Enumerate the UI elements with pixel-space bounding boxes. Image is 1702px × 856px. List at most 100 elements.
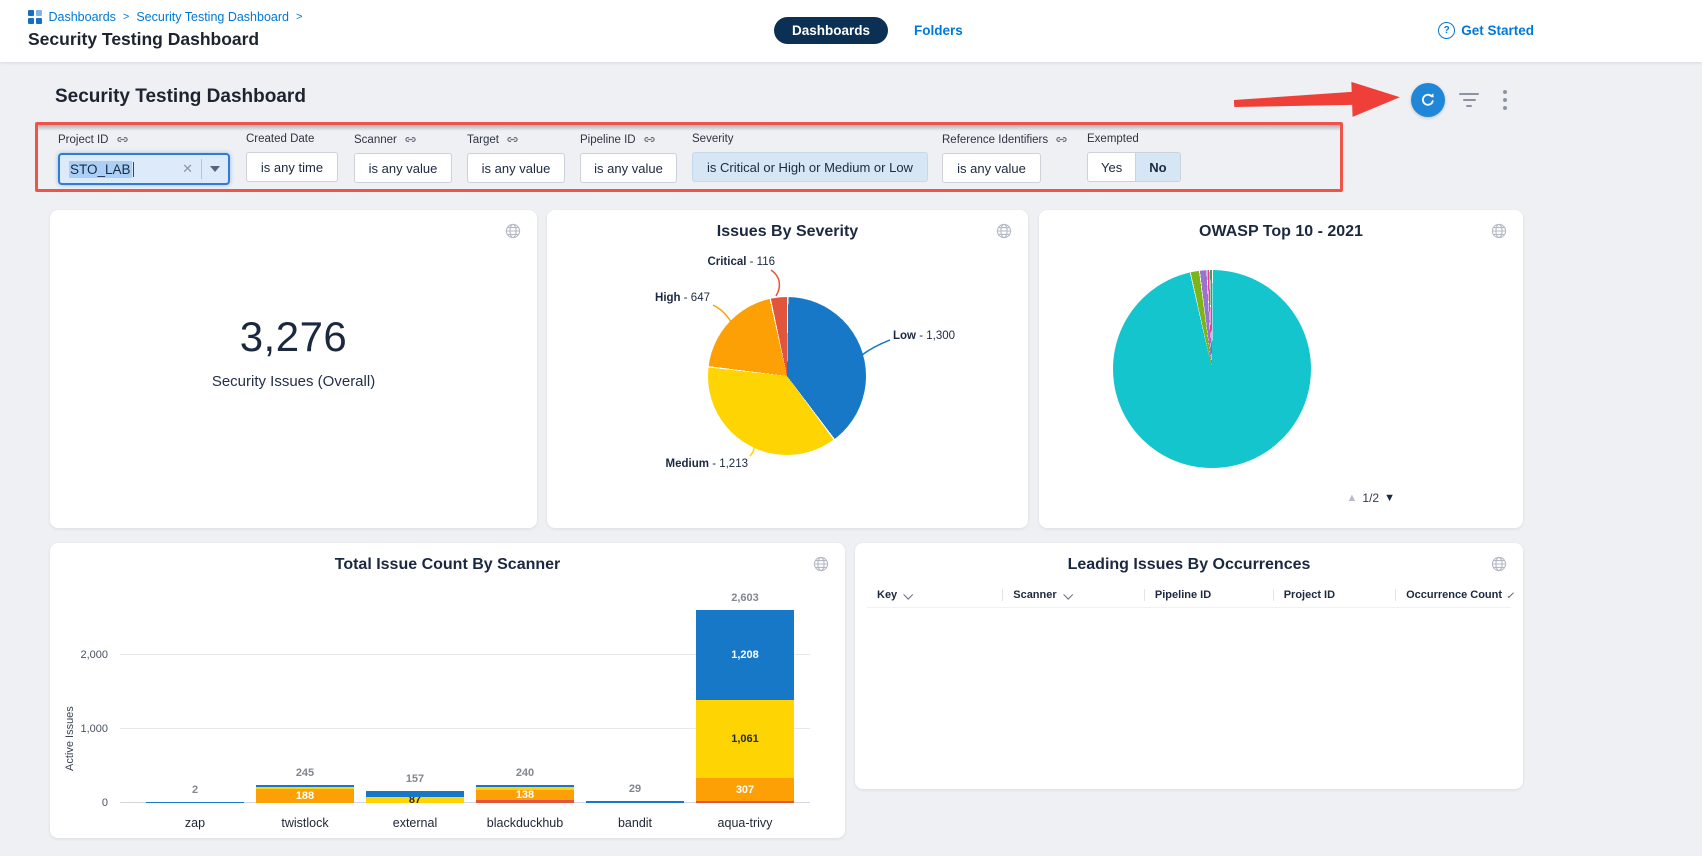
bar-segment-bandit-low[interactable] xyxy=(586,801,684,803)
top-header-bar: Dashboards > Security Testing Dashboard … xyxy=(0,0,1702,62)
page-down-arrow-icon[interactable]: ▼ xyxy=(1384,492,1395,504)
globe-icon[interactable] xyxy=(505,223,521,244)
bar-bandit[interactable]: 29 xyxy=(586,801,684,803)
project-id-dropdown-caret[interactable] xyxy=(202,166,228,172)
exempted-no-button[interactable]: No xyxy=(1135,153,1179,181)
owasp-chart-title: OWASP Top 10 - 2021 xyxy=(1039,223,1523,241)
filter-scanner-label: Scanner xyxy=(354,134,397,146)
dashboard-more-menu-button[interactable] xyxy=(1503,90,1507,114)
severity-filter-button[interactable]: is Critical or High or Medium or Low xyxy=(692,152,928,182)
dashboards-folders-tabs: Dashboards Folders xyxy=(774,17,963,44)
clear-project-id-button[interactable]: ✕ xyxy=(174,161,201,177)
annotation-highlight-box: Project ID STO_LAB ✕ Created Date is any… xyxy=(35,122,1343,192)
bar-zap[interactable]: 2 xyxy=(146,802,244,803)
pie-label-high: High - 647 xyxy=(655,292,710,304)
filter-target-label: Target xyxy=(467,134,499,146)
breadcrumb-dashboards-link[interactable]: Dashboards xyxy=(49,10,116,24)
bar-segment-aqua-trivy-low[interactable]: 1,208 xyxy=(696,610,794,699)
column-header-occurrence-count[interactable]: Occurrence Count xyxy=(1395,589,1511,601)
filter-created-date: Created Date is any time xyxy=(246,133,338,182)
segment-value-label: 87 xyxy=(366,797,464,803)
filter-pipeline-id-label: Pipeline ID xyxy=(580,134,636,146)
bar-segment-aqua-trivy-critical[interactable] xyxy=(696,801,794,803)
filter-severity: Severity is Critical or High or Medium o… xyxy=(692,133,928,182)
refresh-icon xyxy=(1419,91,1437,109)
bar-segment-external-medium[interactable]: 87 xyxy=(366,797,464,803)
column-header-scanner[interactable]: Scanner xyxy=(1002,589,1144,601)
bar-segment-blackduckhub-medium[interactable] xyxy=(476,787,574,790)
severity-chart-title: Issues By Severity xyxy=(547,223,1028,241)
filter-reference-identifiers-label: Reference Identifiers xyxy=(942,134,1048,146)
breadcrumb: Dashboards > Security Testing Dashboard … xyxy=(28,10,302,24)
bar-external[interactable]: 87157 xyxy=(366,791,464,803)
bar-chart-plot-area: 2,000 1,000 0 2zap188245twistlock87157ex… xyxy=(120,603,810,803)
card-owasp-top-10: OWASP Top 10 - 2021 ▲ 1/2 ▼ xyxy=(1039,210,1523,528)
segment-value-label: 1,061 xyxy=(696,700,794,779)
column-header-key[interactable]: Key xyxy=(867,589,1002,601)
reference-identifiers-filter-button[interactable]: is any value xyxy=(942,153,1041,183)
bar-aqua-trivy[interactable]: 3071,0611,2082,603 xyxy=(696,610,794,803)
bar-segment-aqua-trivy-high[interactable]: 307 xyxy=(696,778,794,801)
link-icon xyxy=(116,133,129,146)
bar-segment-twistlock-high[interactable]: 188 xyxy=(256,789,354,803)
x-axis-label-aqua-trivy: aqua-trivy xyxy=(696,816,794,830)
owasp-pie-chart[interactable] xyxy=(1113,270,1311,468)
x-axis-label-zap: zap xyxy=(146,816,244,830)
breadcrumb-dashboard-link[interactable]: Security Testing Dashboard xyxy=(136,10,289,24)
filter-pipeline-id: Pipeline ID is any value xyxy=(580,133,677,183)
chevron-down-icon xyxy=(1063,589,1073,599)
bar-segment-aqua-trivy-medium[interactable]: 1,061 xyxy=(696,700,794,779)
page-indicator: 1/2 xyxy=(1362,491,1379,505)
severity-pie-chart[interactable] xyxy=(708,297,866,455)
refresh-button[interactable] xyxy=(1411,83,1445,117)
bar-segment-twistlock-low[interactable] xyxy=(256,785,354,787)
filter-exempted-label: Exempted xyxy=(1087,133,1139,145)
column-header-pipeline-id[interactable]: Pipeline ID xyxy=(1144,589,1273,601)
created-date-filter-button[interactable]: is any time xyxy=(246,152,338,182)
bar-segment-blackduckhub-high[interactable]: 138 xyxy=(476,790,574,800)
bar-segment-external-low[interactable] xyxy=(366,791,464,796)
bar-total-label: 157 xyxy=(366,773,464,785)
exempted-toggle: Yes No xyxy=(1087,152,1181,182)
page-up-arrow-icon[interactable]: ▲ xyxy=(1347,492,1358,504)
exempted-yes-button[interactable]: Yes xyxy=(1088,153,1135,181)
link-icon xyxy=(1055,133,1068,146)
filter-scanner: Scanner is any value xyxy=(354,133,452,183)
card-leading-issues-by-occurrences: Leading Issues By Occurrences Key Scanne… xyxy=(855,543,1523,789)
y-tick-2000: 2,000 xyxy=(80,649,108,661)
pie-label-low: Low - 1,300 xyxy=(893,330,955,342)
x-axis-label-external: external xyxy=(366,816,464,830)
bar-segment-zap-low[interactable] xyxy=(146,802,244,803)
scanner-filter-button[interactable]: is any value xyxy=(354,153,452,183)
tab-folders[interactable]: Folders xyxy=(914,23,963,38)
owasp-pagination: ▲ 1/2 ▼ xyxy=(1347,491,1395,505)
target-filter-button[interactable]: is any value xyxy=(467,153,565,183)
bar-blackduckhub[interactable]: 138240 xyxy=(476,785,574,803)
get-started-link[interactable]: ? Get Started xyxy=(1438,22,1534,39)
y-tick-1000: 1,000 xyxy=(80,723,108,735)
pipeline-id-filter-button[interactable]: is any value xyxy=(580,153,677,183)
filter-created-date-label: Created Date xyxy=(246,133,314,145)
occurrences-table-title: Leading Issues By Occurrences xyxy=(855,556,1523,574)
column-header-project-id[interactable]: Project ID xyxy=(1273,589,1395,601)
bar-segment-blackduckhub-low[interactable] xyxy=(476,785,574,787)
bar-total-label: 29 xyxy=(586,783,684,795)
pie-label-critical: Critical - 116 xyxy=(707,256,775,268)
bar-twistlock[interactable]: 188245 xyxy=(256,785,354,803)
card-total-issue-count-by-scanner: Total Issue Count By Scanner Active Issu… xyxy=(50,543,845,838)
get-started-label: Get Started xyxy=(1461,23,1534,38)
y-tick-0: 0 xyxy=(102,797,108,809)
filter-severity-label: Severity xyxy=(692,133,734,145)
help-question-icon: ? xyxy=(1438,22,1455,39)
bar-segment-twistlock-medium[interactable] xyxy=(256,787,354,789)
breadcrumb-separator: > xyxy=(123,11,129,23)
card-issues-by-severity: Issues By Severity Critical - 116 High -… xyxy=(547,210,1028,528)
x-axis-label-bandit: bandit xyxy=(586,816,684,830)
project-id-combobox[interactable]: STO_LAB ✕ xyxy=(58,153,230,185)
segment-value-label: 307 xyxy=(696,778,794,801)
link-icon xyxy=(404,133,417,146)
dashboard-filter-button[interactable] xyxy=(1458,93,1480,111)
tab-dashboards[interactable]: Dashboards xyxy=(774,17,888,44)
pie-label-medium: Medium - 1,213 xyxy=(666,458,748,470)
filter-project-id-label: Project ID xyxy=(58,133,230,146)
